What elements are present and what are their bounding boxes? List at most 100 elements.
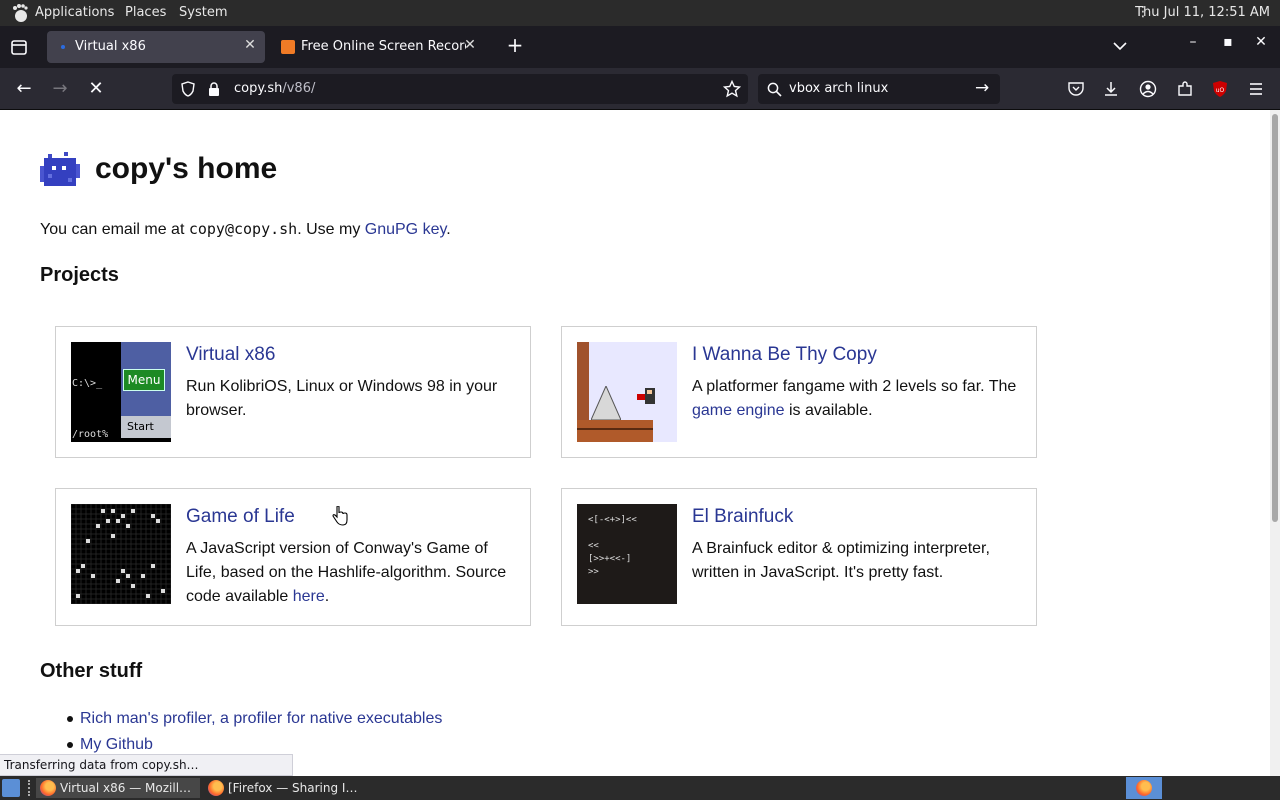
project-card-virtual-x86: Menu Start C:\>_ /root% Virtual x86 Run … (55, 326, 531, 458)
project-card-game-of-life: Game of Life A JavaScript version of Con… (55, 488, 531, 626)
close-tab-icon[interactable]: ✕ (241, 36, 259, 54)
loading-favicon-icon (61, 45, 65, 49)
tab-strip: Virtual x86 ✕ Free Online Screen Recorde… (0, 26, 1280, 68)
workspace-switcher[interactable] (1126, 777, 1162, 799)
site-logo-icon (40, 152, 80, 186)
taskbar-item-label: [Firefox — Sharing I… (228, 781, 358, 795)
url-host: copy.sh (234, 81, 283, 96)
tab-screen-recorder[interactable]: Free Online Screen Recorder ✕ (275, 31, 485, 63)
clock[interactable]: Thu Jul 11, 12:51 AM (1135, 5, 1270, 20)
intro-prefix: You can email me at (40, 221, 189, 238)
tab-virtual-x86[interactable]: Virtual x86 ✕ (47, 31, 265, 63)
firefox-view-icon[interactable] (6, 38, 32, 58)
start-label: Start (121, 416, 171, 438)
account-icon[interactable] (1139, 80, 1157, 98)
stop-button[interactable]: ✕ (83, 77, 109, 101)
list-tabs-icon[interactable] (1112, 40, 1128, 52)
search-icon (767, 82, 782, 97)
page-scrollbar[interactable] (1270, 110, 1280, 776)
github-link[interactable]: My Github (80, 736, 153, 753)
gnupg-key-link[interactable]: GnuPG key (365, 221, 447, 238)
url-bar[interactable]: copy.sh/v86/ (172, 74, 748, 104)
search-query: vbox arch linux (789, 81, 889, 96)
firefox-icon (1136, 780, 1152, 796)
root-prompt-text: /root% (72, 429, 109, 440)
search-bar[interactable]: vbox arch linux → (758, 74, 1000, 104)
source-here-link[interactable]: here (293, 588, 325, 605)
i-wanna-be-thy-copy-thumbnail[interactable] (577, 342, 677, 442)
project-desc: A JavaScript version of Conway's Game of… (186, 537, 521, 609)
project-desc: A platformer fangame with 2 levels so fa… (692, 375, 1027, 423)
bf-code-line: [>>+<<-] (588, 554, 632, 564)
project-title-virtual-x86[interactable]: Virtual x86 (186, 344, 275, 366)
os-top-panel: Applications Places System ⋮ Thu Jul 11,… (0, 0, 1280, 26)
applications-menu[interactable]: Applications (35, 5, 114, 20)
lock-icon[interactable] (207, 81, 221, 97)
project-title-el-brainfuck[interactable]: El Brainfuck (692, 506, 793, 528)
back-button[interactable]: ← (11, 77, 37, 101)
web-page: copy's home You can email me at copy@cop… (0, 110, 1270, 776)
list-item: Rich man's profiler, a profiler for nati… (66, 710, 442, 736)
project-title-i-wanna-be-thy-copy[interactable]: I Wanna Be Thy Copy (692, 344, 877, 366)
email-address: copy@copy.sh (188, 220, 298, 238)
system-menu[interactable]: System (179, 5, 227, 20)
show-desktop-icon[interactable] (2, 779, 20, 797)
project-card-i-wanna-be-thy-copy: I Wanna Be Thy Copy A platformer fangame… (561, 326, 1037, 458)
intro-suffix: . (446, 221, 451, 238)
bf-code-line: >> (588, 567, 599, 577)
status-panel: Transferring data from copy.sh… (0, 754, 293, 776)
site-title: copy's home (95, 152, 278, 185)
other-stuff-heading: Other stuff (40, 660, 143, 682)
taskbar-item-firefox-sharing[interactable]: [Firefox — Sharing I… (204, 778, 374, 798)
game-engine-link[interactable]: game engine (692, 402, 785, 419)
menu-label: Menu (123, 369, 165, 391)
taskbar-item-firefox[interactable]: Virtual x86 — Mozill… (36, 778, 200, 798)
intro-text: You can email me at copy@copy.sh. Use my… (40, 220, 451, 239)
el-brainfuck-thumbnail[interactable]: <[-<+>]<< << [>>+<<-] >> (577, 504, 677, 604)
kid-sprite-icon (637, 388, 655, 404)
tab-title: Virtual x86 (75, 39, 146, 54)
firefox-icon (208, 780, 224, 796)
profiler-link[interactable]: Rich man's profiler, a profiler for nati… (80, 710, 442, 727)
minimize-button[interactable]: – (1181, 34, 1205, 50)
taskbar-handle (28, 780, 32, 796)
tracking-shield-icon[interactable] (180, 81, 196, 97)
gnome-foot-icon[interactable] (10, 3, 30, 23)
game-of-life-thumbnail[interactable] (71, 504, 171, 604)
virtual-x86-thumbnail[interactable]: Menu Start C:\>_ /root% (71, 342, 171, 442)
ublock-origin-icon[interactable]: uO (1211, 80, 1229, 98)
life-grid-icon (71, 504, 171, 604)
hand-cursor-icon (332, 506, 348, 526)
maximize-button[interactable]: ▪ (1216, 34, 1240, 50)
taskbar-item-label: Virtual x86 — Mozill… (60, 781, 192, 795)
project-desc: A Brainfuck editor & optimizing interpre… (692, 540, 990, 581)
places-menu[interactable]: Places (125, 5, 166, 20)
bf-code-line: <[-<+>]<< (588, 515, 637, 525)
recorder-favicon-icon (281, 40, 295, 54)
desc-text: . (324, 588, 330, 605)
search-go-icon[interactable]: → (975, 78, 989, 98)
bf-code-line: << (588, 541, 599, 551)
extensions-icon[interactable] (1176, 80, 1194, 98)
project-desc: Run KolibriOS, Linux or Windows 98 in yo… (186, 378, 498, 419)
project-card-el-brainfuck: <[-<+>]<< << [>>+<<-] >> El Brainfuck A … (561, 488, 1037, 626)
bookmark-star-icon[interactable] (723, 80, 741, 98)
close-window-button[interactable]: ✕ (1249, 34, 1273, 50)
svg-text:uO: uO (1216, 87, 1225, 94)
scrollbar-thumb[interactable] (1272, 114, 1278, 522)
close-tab-icon[interactable]: ✕ (461, 36, 479, 54)
desc-text: is available. (784, 402, 873, 419)
prompt-text: C:\>_ (72, 378, 103, 389)
projects-heading: Projects (40, 264, 119, 286)
forward-button[interactable]: → (47, 77, 73, 101)
pocket-icon[interactable] (1067, 80, 1085, 98)
spike-icon (591, 386, 621, 420)
tab-title: Free Online Screen Recorder (301, 39, 466, 54)
url-text[interactable]: copy.sh/v86/ (234, 81, 315, 96)
desc-text: A platformer fangame with 2 levels so fa… (692, 378, 1017, 395)
downloads-icon[interactable] (1102, 80, 1120, 98)
project-title-game-of-life[interactable]: Game of Life (186, 506, 295, 528)
intro-middle: . Use my (297, 221, 365, 238)
hamburger-menu-icon[interactable] (1247, 80, 1265, 98)
new-tab-button[interactable]: + (503, 33, 527, 61)
